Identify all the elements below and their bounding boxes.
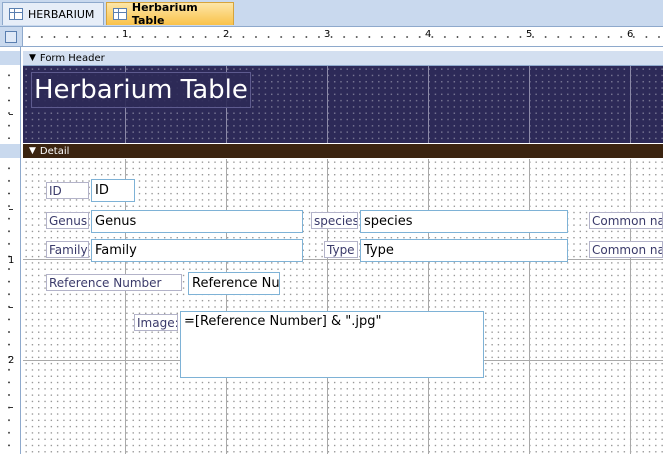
grid-line: [327, 66, 328, 143]
detail-ruler-bar: [0, 144, 20, 158]
grid-line: [327, 159, 328, 454]
image-expression-field[interactable]: =[Reference Number] & ".jpg": [180, 311, 484, 378]
type-label[interactable]: Type: [324, 241, 358, 258]
form-icon: [113, 8, 127, 20]
ruler-tick: [9, 307, 13, 308]
detail-area[interactable]: ID ID Genus Genus species species Common…: [23, 159, 663, 454]
ruler-ticks: [23, 35, 663, 39]
ruler-tick: [9, 407, 13, 408]
tab-herbarium-label: HERBARIUM: [28, 7, 95, 21]
grid-line: [630, 159, 631, 454]
species-label[interactable]: species: [311, 212, 358, 229]
family-field[interactable]: Family: [91, 239, 303, 262]
section-arrow-icon: ▼: [29, 53, 36, 63]
form-header-label: Form Header: [39, 52, 105, 64]
vertical-ruler[interactable]: 1 2: [0, 47, 21, 454]
ruler-number: 4: [425, 29, 432, 40]
grid-line: [226, 159, 227, 454]
form-title-label[interactable]: Herbarium Table: [31, 72, 251, 108]
ruler-number: 2: [223, 29, 230, 40]
horizontal-ruler[interactable]: 1 2 3 4 5 6: [23, 27, 663, 47]
form-selector-box-icon: [5, 31, 17, 43]
grid-line: [529, 66, 530, 143]
reference-number-field[interactable]: Reference Nu: [188, 272, 280, 295]
ruler-number: 2: [8, 355, 15, 366]
grid-line: [428, 159, 429, 454]
grid-line: [630, 66, 631, 143]
ruler-number: 3: [324, 29, 331, 40]
ruler-dots: [8, 69, 10, 139]
type-field[interactable]: Type: [360, 239, 568, 262]
ruler-number: 6: [627, 29, 634, 40]
ruler-tick: [9, 209, 13, 210]
detail-label: Detail: [39, 145, 70, 157]
form-selector[interactable]: [0, 27, 23, 47]
genus-field[interactable]: Genus: [91, 210, 303, 233]
section-arrow-icon: ▼: [29, 146, 36, 156]
detail-section-bar[interactable]: ▼ Detail: [23, 144, 663, 158]
common-name-label[interactable]: Common nam: [589, 241, 663, 258]
species-field[interactable]: species: [360, 210, 568, 233]
tab-herbarium[interactable]: HERBARIUM: [2, 2, 104, 25]
common-name-label[interactable]: Common nam: [589, 212, 663, 229]
ruler-number: 1: [122, 29, 129, 40]
tab-herbarium-table-label: Herbarium Table: [131, 1, 198, 27]
form-icon: [9, 8, 23, 20]
tab-herbarium-table[interactable]: Herbarium Table: [106, 1, 234, 27]
id-label[interactable]: ID: [46, 182, 89, 199]
id-field[interactable]: ID: [91, 179, 135, 202]
ruler-tick: [9, 114, 13, 115]
genus-label[interactable]: Genus: [46, 212, 89, 229]
form-header-section-bar[interactable]: ▼ Form Header: [23, 51, 663, 66]
family-label[interactable]: Family: [46, 241, 89, 258]
reference-number-label[interactable]: Reference Number: [46, 274, 182, 291]
ruler-number: 5: [526, 29, 533, 40]
form-header-area[interactable]: Herbarium Table: [23, 66, 663, 143]
grid-line: [428, 66, 429, 143]
image-label[interactable]: Image:: [134, 314, 178, 331]
document-tab-bar: HERBARIUM Herbarium Table: [0, 0, 663, 27]
grid-line: [125, 159, 126, 454]
grid-line: [529, 159, 530, 454]
header-ruler-bar: [0, 51, 20, 65]
ruler-number: 1: [8, 255, 15, 266]
